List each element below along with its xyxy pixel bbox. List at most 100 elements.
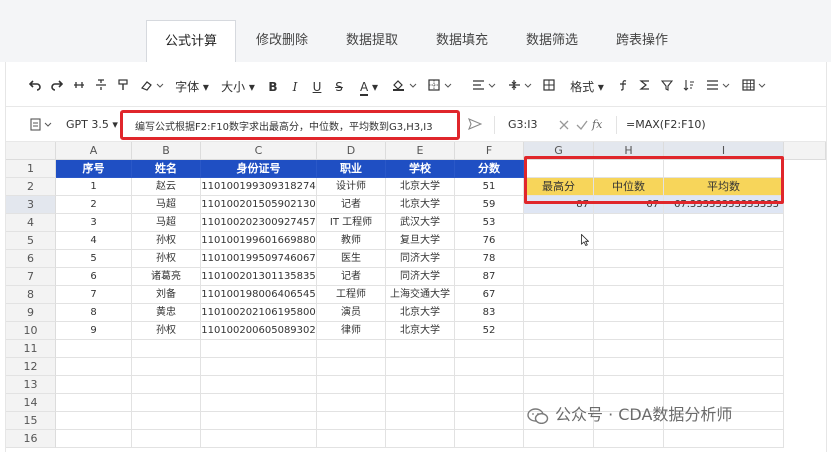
empty-cell[interactable]	[56, 412, 132, 430]
empty-cell[interactable]	[317, 340, 386, 358]
column-header-c[interactable]: C	[201, 142, 317, 160]
table-data-cell[interactable]: 51	[455, 178, 524, 196]
redo-icon[interactable]	[50, 78, 64, 96]
empty-cell[interactable]	[455, 358, 524, 376]
column-header-b[interactable]: B	[132, 142, 201, 160]
table-data-cell[interactable]: 医生	[317, 250, 386, 268]
table-data-cell[interactable]: 110100201301135835	[201, 268, 317, 286]
border-icon[interactable]	[426, 78, 456, 96]
empty-cell[interactable]	[455, 340, 524, 358]
empty-cell[interactable]	[455, 412, 524, 430]
empty-cell[interactable]	[132, 394, 201, 412]
tab-data-filter[interactable]: 数据筛选	[510, 20, 594, 62]
row-header-1[interactable]: 1	[6, 160, 56, 178]
table-data-cell[interactable]: 武汉大学	[386, 214, 455, 232]
table-header-cell[interactable]: 学校	[386, 160, 455, 178]
empty-cell[interactable]	[201, 430, 317, 448]
empty-cell[interactable]	[524, 214, 594, 232]
sort-icon[interactable]	[682, 78, 696, 96]
empty-cell[interactable]	[132, 358, 201, 376]
table-data-cell[interactable]: 演员	[317, 304, 386, 322]
empty-cell[interactable]	[132, 430, 201, 448]
empty-cell[interactable]	[594, 322, 664, 340]
table-data-cell[interactable]: 110100200605089302	[201, 322, 317, 340]
vertical-align-icon[interactable]	[506, 78, 536, 96]
table-data-cell[interactable]: 9	[56, 322, 132, 340]
empty-cell[interactable]	[594, 250, 664, 268]
table-data-cell[interactable]: 记者	[317, 268, 386, 286]
row-header-7[interactable]: 7	[6, 268, 56, 286]
empty-cell[interactable]	[664, 214, 784, 232]
row-header-4[interactable]: 4	[6, 214, 56, 232]
empty-cell[interactable]	[664, 250, 784, 268]
empty-cell[interactable]	[594, 304, 664, 322]
empty-cell[interactable]	[455, 430, 524, 448]
table-data-cell[interactable]: 1	[56, 178, 132, 196]
table-data-cell[interactable]: 3	[56, 214, 132, 232]
empty-cell[interactable]	[386, 412, 455, 430]
empty-cell[interactable]	[201, 340, 317, 358]
table-data-cell[interactable]: IT 工程师	[317, 214, 386, 232]
table-data-cell[interactable]: 59	[455, 196, 524, 214]
ai-prompt-input[interactable]: 编写公式根据F2:F10数字求出最高分，中位数，平均数到G3,H3,I3	[120, 110, 460, 140]
table-data-cell[interactable]: 53	[455, 214, 524, 232]
row-header-14[interactable]: 14	[6, 394, 56, 412]
empty-cell[interactable]	[317, 358, 386, 376]
ai-model-dropdown[interactable]: GPT 3.5 ▾	[66, 117, 120, 133]
table-data-cell[interactable]: 同济大学	[386, 250, 455, 268]
empty-cell[interactable]	[56, 394, 132, 412]
table-data-cell[interactable]: 记者	[317, 196, 386, 214]
row-header-10[interactable]: 10	[6, 322, 56, 340]
table-data-cell[interactable]: 2	[56, 196, 132, 214]
empty-cell[interactable]	[201, 376, 317, 394]
empty-cell[interactable]	[56, 376, 132, 394]
empty-cell[interactable]	[317, 430, 386, 448]
strikethrough-button[interactable]: S	[332, 78, 346, 96]
table-data-cell[interactable]: 110100201505902130	[201, 196, 317, 214]
table-data-cell[interactable]: 67	[455, 286, 524, 304]
empty-cell[interactable]	[455, 376, 524, 394]
empty-cell[interactable]	[455, 394, 524, 412]
empty-cell[interactable]	[594, 340, 664, 358]
empty-cell[interactable]	[524, 376, 594, 394]
empty-cell[interactable]	[594, 376, 664, 394]
sheet-menu-icon[interactable]	[30, 117, 60, 133]
table-data-cell[interactable]: 诸葛亮	[132, 268, 201, 286]
column-header-a[interactable]: A	[56, 142, 132, 160]
table-data-cell[interactable]: 工程师	[317, 286, 386, 304]
row-header-8[interactable]: 8	[6, 286, 56, 304]
empty-cell[interactable]	[386, 430, 455, 448]
column-header-e[interactable]: E	[386, 142, 455, 160]
empty-cell[interactable]	[386, 376, 455, 394]
empty-cell[interactable]	[317, 376, 386, 394]
empty-cell[interactable]	[594, 430, 664, 448]
table-header-cell[interactable]: 姓名	[132, 160, 201, 178]
table-data-cell[interactable]: 马超	[132, 214, 201, 232]
table-data-cell[interactable]: 83	[455, 304, 524, 322]
empty-cell[interactable]	[664, 322, 784, 340]
font-color-button[interactable]: A ▾	[356, 78, 382, 96]
row-column-icon[interactable]	[704, 78, 734, 96]
empty-cell[interactable]	[386, 358, 455, 376]
table-data-cell[interactable]: 复旦大学	[386, 232, 455, 250]
confirm-formula-icon[interactable]	[576, 117, 590, 133]
empty-cell[interactable]	[524, 340, 594, 358]
column-header-f[interactable]: F	[455, 142, 524, 160]
empty-cell[interactable]	[664, 430, 784, 448]
empty-cell[interactable]	[664, 268, 784, 286]
table-data-cell[interactable]: 110100198006406545	[201, 286, 317, 304]
row-header-6[interactable]: 6	[6, 250, 56, 268]
bold-button[interactable]: B	[266, 78, 280, 96]
empty-cell[interactable]	[664, 304, 784, 322]
empty-cell[interactable]	[201, 358, 317, 376]
empty-cell[interactable]	[664, 358, 784, 376]
empty-cell[interactable]	[524, 250, 594, 268]
table-data-cell[interactable]: 律师	[317, 322, 386, 340]
column-header-d[interactable]: D	[317, 142, 386, 160]
fill-color-button[interactable]	[390, 78, 420, 96]
tab-data-extract[interactable]: 数据提取	[330, 20, 414, 62]
row-header-11[interactable]: 11	[6, 340, 56, 358]
row-header-2[interactable]: 2	[6, 178, 56, 196]
italic-button[interactable]: I	[288, 78, 302, 96]
table-data-cell[interactable]: 110100199601669880	[201, 232, 317, 250]
